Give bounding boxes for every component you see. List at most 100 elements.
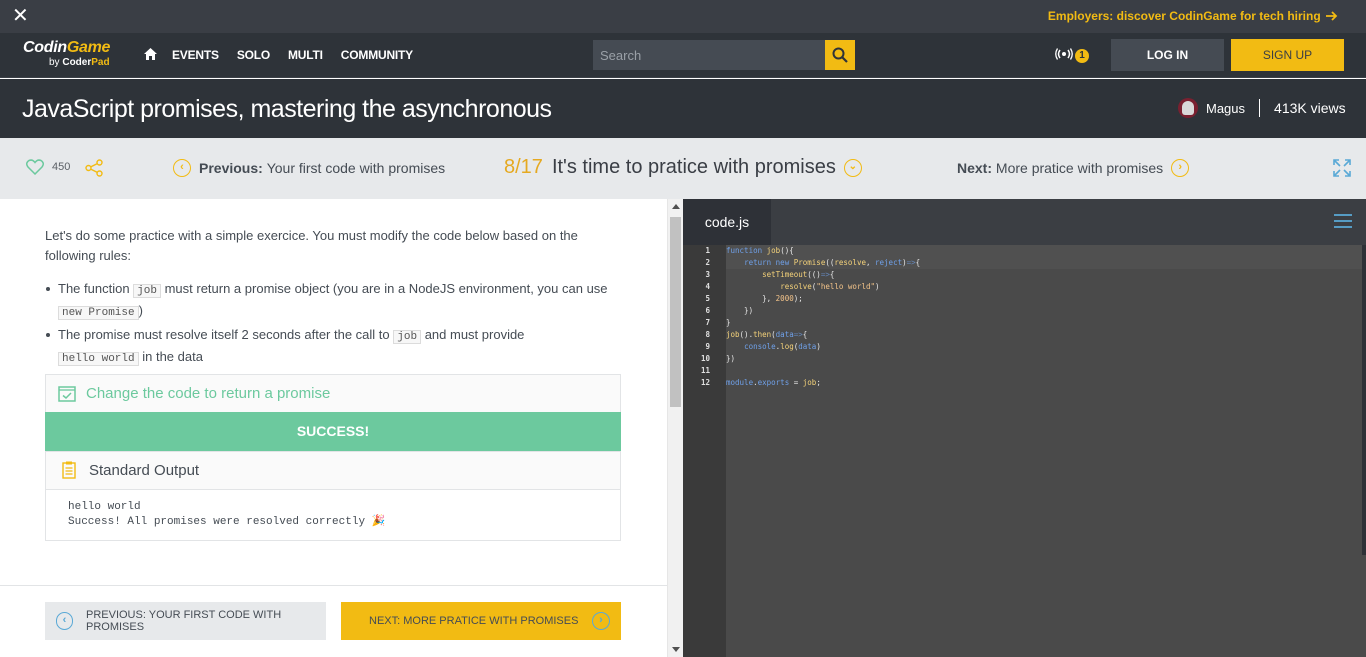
divider <box>1259 99 1261 117</box>
step-title: It's time to pratice with promises <box>551 156 836 178</box>
playground-header: JavaScript promises, mastering the async… <box>0 79 1366 138</box>
heart-icon <box>26 159 44 175</box>
next-button-label: NEXT: MORE PRATICE WITH PROMISES <box>369 615 579 627</box>
rule-text: ) <box>138 303 143 318</box>
nav-events[interactable]: EVENTS <box>172 48 219 62</box>
nav-multi[interactable]: MULTI <box>288 48 323 62</box>
nav-solo[interactable]: SOLO <box>237 48 270 62</box>
output-doc-icon <box>62 461 76 479</box>
code-line: }) <box>726 306 754 315</box>
editor-tab-bar: code.js <box>683 199 1366 245</box>
author-info: Magus 413K views <box>1178 98 1346 118</box>
standard-output-header: Standard Output <box>45 451 621 489</box>
arrow-right-icon <box>1326 11 1338 21</box>
code-line: module.exports = job; <box>726 378 821 387</box>
logo-sub-a: by <box>49 57 63 68</box>
live-notifications[interactable]: 1 <box>1055 47 1089 63</box>
search-input[interactable] <box>593 40 825 70</box>
line-number-gutter: 1 2 3 4 5 6 7 8 9 10 11 12 <box>683 245 726 657</box>
hamburger-menu-icon[interactable] <box>1334 214 1352 228</box>
chevron-down-icon: ⌄ <box>843 158 862 177</box>
chevron-right-icon: › <box>592 612 610 630</box>
fullscreen-icon[interactable] <box>1333 159 1351 177</box>
rule-text: in the data <box>138 349 203 364</box>
line-number: 12 <box>700 378 710 387</box>
output-line: Success! All promises were resolved corr… <box>68 516 386 528</box>
avatar[interactable] <box>1178 98 1198 118</box>
nav-links: EVENTS SOLO MULTI COMMUNITY <box>172 48 431 62</box>
nav-community[interactable]: COMMUNITY <box>341 48 413 62</box>
lesson-navigation-bar: 450 ‹ Previous: Your first code with pro… <box>0 138 1366 199</box>
scroll-down-icon[interactable] <box>672 647 680 652</box>
login-button[interactable]: LOG IN <box>1111 39 1224 71</box>
previous-button-label: PREVIOUS: YOUR FIRST CODE WITH PROMISES <box>85 609 282 633</box>
line-number: 4 <box>705 282 710 291</box>
code-line: }) <box>726 354 736 363</box>
scroll-thumb[interactable] <box>670 217 681 407</box>
employers-promo-link[interactable]: Employers: discover CodinGame for tech h… <box>1048 9 1338 23</box>
line-number: 6 <box>705 306 710 315</box>
author-name[interactable]: Magus <box>1206 101 1245 116</box>
next-lesson-link[interactable]: Next: More pratice with promises › <box>957 159 1190 177</box>
line-number: 9 <box>705 342 710 351</box>
share-icon[interactable] <box>85 159 103 177</box>
editor-scrollbar[interactable] <box>1362 245 1366 555</box>
chevron-left-icon: ‹ <box>173 159 191 177</box>
like-count: 450 <box>52 161 71 173</box>
content-scrollbar[interactable] <box>667 199 683 657</box>
tab-code-js[interactable]: code.js <box>683 199 771 245</box>
top-banner: ✕ Employers: discover CodinGame for tech… <box>0 0 1366 33</box>
code-line: return new Promise((resolve, reject)=>{ <box>726 257 1366 269</box>
code-line: console.log(data) <box>744 342 821 351</box>
code-line: job().then(data=>{ <box>726 330 808 339</box>
rule-text: The function <box>58 281 134 296</box>
previous-lesson-button[interactable]: ‹ PREVIOUS: YOUR FIRST CODE WITH PROMISE… <box>45 602 326 640</box>
output-line: hello world <box>68 501 141 513</box>
code-line: } <box>726 318 731 327</box>
line-number: 5 <box>705 294 710 303</box>
rules-list: The function job must return a promise o… <box>46 279 618 371</box>
home-icon[interactable] <box>143 47 158 61</box>
codingame-logo[interactable]: CodinGame by CoderPad <box>23 39 110 68</box>
standard-output: hello world Success! All promises were r… <box>45 489 621 541</box>
divider <box>0 585 667 586</box>
line-number: 10 <box>700 354 710 363</box>
line-number: 2 <box>705 258 710 267</box>
lesson-step-selector[interactable]: 8/17 It's time to pratice with promises … <box>504 156 862 179</box>
previous-lesson-link[interactable]: ‹ Previous: Your first code with promise… <box>173 159 445 177</box>
logo-text-b: Game <box>66 39 111 56</box>
code-line: resolve("hello world") <box>780 282 880 291</box>
main-navbar: CodinGame by CoderPad EVENTS SOLO MULTI … <box>0 33 1366 78</box>
close-banner-button[interactable]: ✕ <box>12 6 29 26</box>
success-banner: SUCCESS! <box>45 412 621 451</box>
next-prefix: Next: <box>957 160 993 176</box>
search-icon <box>832 47 848 63</box>
code-line: function job(){ <box>726 245 1366 257</box>
inline-code: hello world <box>58 352 139 366</box>
search-button[interactable] <box>825 40 855 70</box>
code-area[interactable]: function job(){ return new Promise((reso… <box>726 245 1366 389</box>
code-line: setTimeout(()=>{ <box>762 270 835 279</box>
signup-button[interactable]: SIGN UP <box>1231 39 1344 71</box>
line-number: 11 <box>700 366 710 375</box>
line-number: 3 <box>705 270 710 279</box>
scroll-up-icon[interactable] <box>672 204 680 209</box>
prev-title: Your first code with promises <box>266 160 446 176</box>
standard-output-label: Standard Output <box>89 462 200 479</box>
logo-sub-c: Pad <box>91 57 110 68</box>
line-number: 1 <box>705 246 710 255</box>
rule-item: The function job must return a promise o… <box>46 279 618 323</box>
lesson-content: Let's do some practice with a simple exe… <box>0 199 667 657</box>
promo-text: Employers: discover CodinGame for tech h… <box>1047 9 1321 23</box>
like-button[interactable]: 450 <box>26 159 70 175</box>
code-editor[interactable]: code.js 1 2 3 4 5 6 7 8 9 10 11 12 funct… <box>683 199 1366 657</box>
code-line: }, 2000); <box>726 294 803 303</box>
line-number: 8 <box>705 330 710 339</box>
logo-sub-b: Coder <box>62 57 92 68</box>
broadcast-icon <box>1055 48 1073 60</box>
chevron-right-icon: › <box>1171 159 1190 177</box>
task-label: Change the code to return a promise <box>86 385 331 402</box>
next-lesson-button[interactable]: NEXT: MORE PRATICE WITH PROMISES › <box>341 602 621 640</box>
task-header[interactable]: Change the code to return a promise <box>45 374 621 412</box>
